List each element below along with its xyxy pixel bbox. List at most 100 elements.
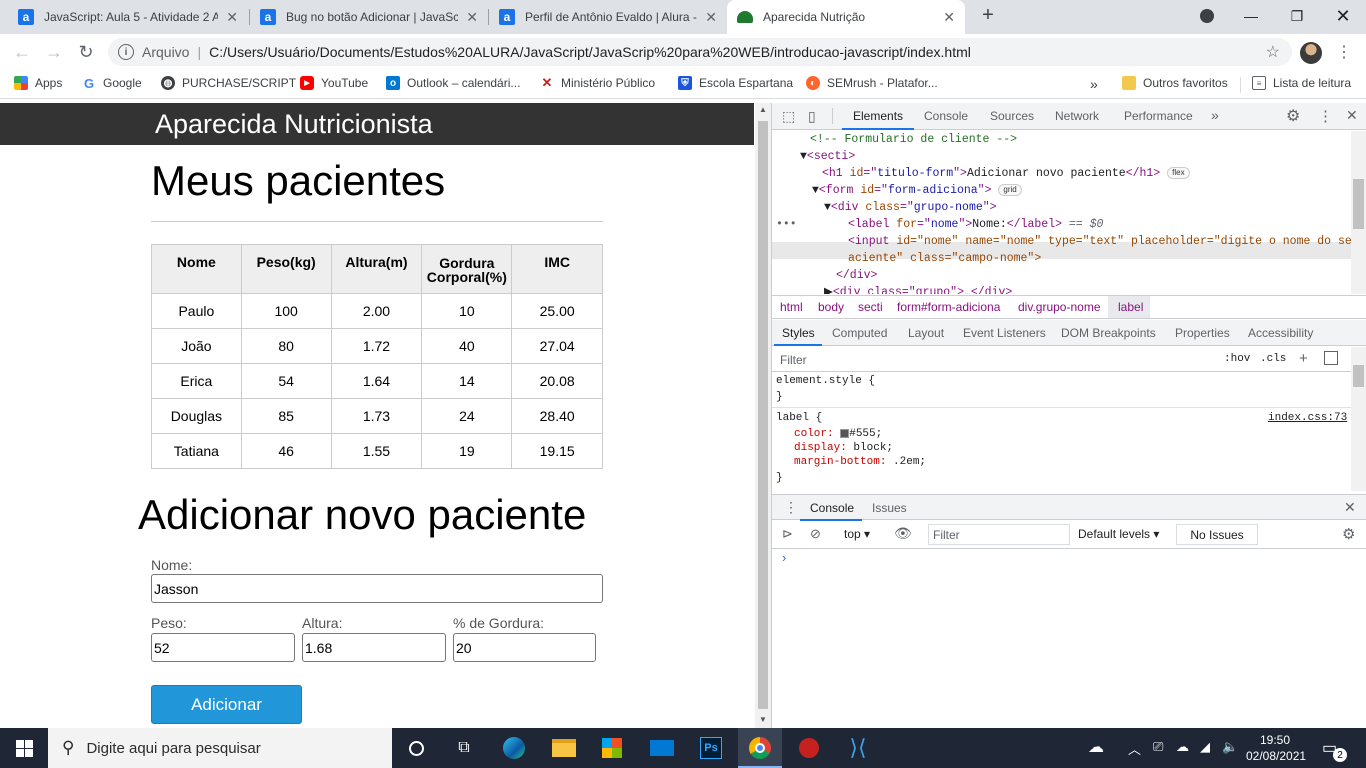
- bookmark-ministerio[interactable]: ✕ Ministério Público: [540, 75, 656, 90]
- flex-badge[interactable]: flex: [1167, 166, 1190, 179]
- tab-console[interactable]: Console: [924, 109, 968, 123]
- store-icon[interactable]: [598, 734, 626, 762]
- crumb-div[interactable]: div.grupo-nome: [1018, 300, 1101, 314]
- maximize-button[interactable]: ❐: [1274, 0, 1320, 32]
- nome-input[interactable]: Jasson: [151, 574, 603, 603]
- class-toggle[interactable]: .cls: [1260, 353, 1286, 365]
- dom-node-h1[interactable]: <h1 id="titulo-form">Adicionar novo paci…: [822, 165, 1190, 182]
- console-filter-input[interactable]: Filter: [928, 524, 1070, 545]
- crumb-section[interactable]: secti: [858, 300, 883, 314]
- close-devtools-icon[interactable]: ✕: [1346, 107, 1358, 124]
- hover-state-toggle[interactable]: :hov: [1224, 353, 1250, 365]
- other-favorites[interactable]: Outros favoritos: [1122, 76, 1228, 90]
- live-expression-icon[interactable]: 👁: [894, 525, 912, 542]
- dom-node-div-grupo-nome[interactable]: ▼<div class="grupo-nome">: [824, 199, 997, 216]
- vscode-icon[interactable]: ⟩⟨: [844, 734, 872, 762]
- profile-avatar[interactable]: [1300, 42, 1322, 64]
- crumb-label[interactable]: label: [1118, 300, 1143, 314]
- browser-tab-active[interactable]: Aparecida Nutrição ✕: [727, 0, 965, 34]
- tab-network[interactable]: Network: [1055, 109, 1099, 123]
- dom-node-div-grupo[interactable]: ▶<div class="grupo">…</div>: [824, 284, 1012, 294]
- console-sidebar-icon[interactable]: ⊳: [782, 526, 793, 542]
- crumb-form[interactable]: form#form-adiciona: [897, 300, 1000, 314]
- close-window-button[interactable]: ✕: [1320, 0, 1366, 32]
- photoshop-icon[interactable]: Ps: [697, 734, 725, 762]
- gordura-input[interactable]: 20: [453, 633, 596, 662]
- tab-event-listeners[interactable]: Event Listeners: [963, 326, 1046, 340]
- windows-start-icon[interactable]: [16, 740, 33, 757]
- bookmark-google[interactable]: G Google: [82, 76, 142, 91]
- tab-performance[interactable]: Performance: [1124, 109, 1193, 123]
- styles-filter-input[interactable]: Filter: [780, 353, 807, 367]
- declaration-display[interactable]: display: block;: [794, 442, 893, 454]
- new-rule-icon[interactable]: +: [1299, 350, 1308, 367]
- browser-menu-icon[interactable]: ⋮: [1336, 42, 1352, 62]
- browser-tab-2[interactable]: a Bug no botão Adicionar | JavaScr ✕: [250, 0, 488, 34]
- clear-console-icon[interactable]: ⊘: [810, 526, 821, 542]
- bookmark-purchase[interactable]: ◍ PURCHASE/SCRIPT: [161, 76, 296, 90]
- weather-icon[interactable]: ☁: [1088, 737, 1104, 757]
- url-text[interactable]: C:/Users/Usuário/Documents/Estudos%20ALU…: [209, 44, 971, 60]
- dom-node-form[interactable]: ▼<form id="form-adiciona"> grid: [812, 182, 1022, 199]
- tab-computed[interactable]: Computed: [832, 326, 887, 340]
- app-red-icon[interactable]: [795, 734, 823, 762]
- clock[interactable]: 19:50 02/08/2021: [1246, 732, 1306, 764]
- dom-node-section[interactable]: ▼<secti>: [800, 148, 855, 165]
- grid-badge[interactable]: grid: [998, 183, 1022, 196]
- log-levels-select[interactable]: Default levels ▾: [1078, 527, 1159, 541]
- tab-dom-breakpoints[interactable]: DOM Breakpoints: [1061, 326, 1156, 340]
- crumb-body[interactable]: body: [818, 300, 844, 314]
- bookmark-apps[interactable]: Apps: [14, 76, 62, 90]
- address-bar[interactable]: i Arquivo | C:/Users/Usuário/Documents/E…: [108, 38, 1292, 66]
- node-actions-icon[interactable]: •••: [776, 216, 797, 233]
- console-prompt[interactable]: ›: [782, 550, 786, 565]
- bookmarks-overflow[interactable]: »: [1090, 76, 1098, 92]
- close-tab-icon[interactable]: ✕: [466, 9, 478, 26]
- tab-styles[interactable]: Styles: [782, 326, 815, 340]
- close-tab-icon[interactable]: ✕: [226, 9, 238, 26]
- bookmark-star-icon[interactable]: ☆: [1266, 42, 1280, 62]
- new-tab-button[interactable]: +: [976, 4, 1000, 28]
- close-tab-icon[interactable]: ✕: [943, 9, 955, 26]
- context-select[interactable]: top ▾: [844, 527, 870, 541]
- tab-properties[interactable]: Properties: [1175, 326, 1230, 340]
- network-icon[interactable]: ◢: [1200, 739, 1210, 755]
- show-hidden-icons[interactable]: ︿: [1128, 739, 1141, 758]
- info-icon[interactable]: i: [118, 44, 134, 60]
- inspect-element-icon[interactable]: ⬚: [782, 108, 795, 125]
- browser-tab-3[interactable]: a Perfil de Antônio Evaldo | Alura - ✕: [489, 0, 727, 34]
- onedrive-icon[interactable]: ☁: [1176, 739, 1189, 755]
- bookmark-youtube[interactable]: ▶ YouTube: [300, 76, 368, 90]
- meet-now-icon[interactable]: ⎚: [1153, 739, 1163, 755]
- devtools-menu-icon[interactable]: ⋮: [1318, 107, 1333, 125]
- close-drawer-icon[interactable]: ✕: [1344, 499, 1356, 516]
- declaration-color[interactable]: color: #555;: [794, 428, 882, 440]
- rule-source-link[interactable]: index.css:73: [1268, 412, 1347, 424]
- volume-icon[interactable]: 🔈: [1222, 739, 1238, 755]
- element-style-selector[interactable]: element.style {: [776, 375, 875, 387]
- tab-elements[interactable]: Elements: [853, 109, 903, 123]
- settings-gear-icon[interactable]: ⚙: [1286, 106, 1300, 126]
- issues-button[interactable]: No Issues: [1176, 524, 1258, 545]
- close-tab-icon[interactable]: ✕: [705, 9, 717, 26]
- color-swatch[interactable]: [840, 428, 850, 438]
- cortana-icon[interactable]: [402, 734, 430, 762]
- scroll-thumb[interactable]: [758, 121, 768, 709]
- mail-icon[interactable]: [648, 734, 676, 762]
- scroll-up-icon[interactable]: ▲: [759, 105, 767, 114]
- dom-node-label[interactable]: <label for="nome">Nome:</label> == $0: [848, 216, 1103, 233]
- console-settings-icon[interactable]: ⚙: [1342, 525, 1355, 543]
- peso-input[interactable]: 52: [151, 633, 295, 662]
- bookmark-escola[interactable]: ⛨ Escola Espartana: [678, 76, 793, 90]
- altura-input[interactable]: 1.68: [302, 633, 446, 662]
- tab-sources[interactable]: Sources: [990, 109, 1034, 123]
- reading-list[interactable]: ≡ Lista de leitura: [1252, 76, 1351, 90]
- declaration-margin[interactable]: margin-bottom: .2em;: [794, 456, 926, 468]
- scroll-thumb[interactable]: [1353, 365, 1364, 387]
- back-button[interactable]: ←: [10, 40, 34, 64]
- browser-tab-1[interactable]: a JavaScript: Aula 5 - Atividade 2 A ✕: [8, 0, 248, 34]
- minimize-button[interactable]: —: [1228, 0, 1274, 32]
- dom-node-input[interactable]: <input id="nome" name="nome" type="text"…: [848, 233, 1351, 250]
- more-tabs[interactable]: »: [1211, 107, 1219, 123]
- tab-layout[interactable]: Layout: [908, 326, 944, 340]
